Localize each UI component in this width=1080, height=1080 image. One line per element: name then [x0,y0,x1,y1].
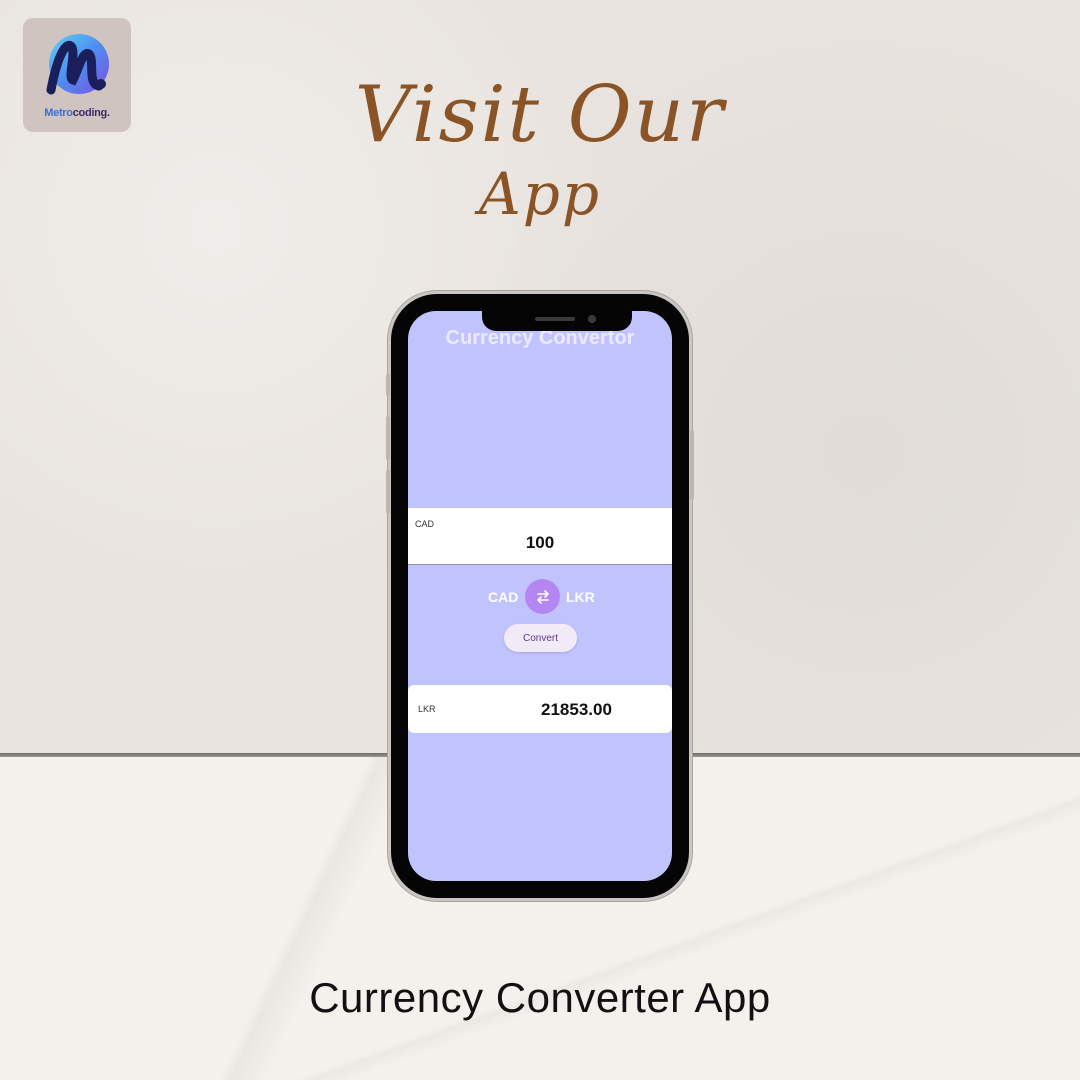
swap-arrows-icon [536,589,549,604]
result-card: LKR 21853.00 [408,685,672,733]
to-currency-code: LKR [418,704,436,714]
phone-screen: Currency Convertor CAD 100 CAD LKR Conve… [408,311,672,881]
heading-line-1: Visit Our [354,70,726,160]
from-currency-code: CAD [415,519,435,529]
phone-mockup: Currency Convertor CAD 100 CAD LKR Conve… [386,294,694,898]
currency-swap-row: CAD LKR [408,579,672,615]
phone-volume-down [386,470,390,514]
convert-button[interactable]: Convert [504,624,577,652]
speaker-grille [535,317,575,321]
phone-notch [482,311,632,331]
converted-amount: 21853.00 [541,700,612,719]
to-currency-label[interactable]: LKR [566,589,595,605]
camera-icon [588,315,596,323]
phone-silent-switch [386,374,390,396]
phone-volume-up [386,416,390,460]
from-amount-card[interactable]: CAD 100 [408,508,672,565]
caption: Currency Converter App [309,974,771,1021]
from-amount-input[interactable]: 100 [408,533,672,553]
heading-line-2: App [478,160,602,228]
swap-button[interactable] [525,579,560,614]
phone-power-button [690,430,694,500]
from-currency-label[interactable]: CAD [488,589,518,605]
